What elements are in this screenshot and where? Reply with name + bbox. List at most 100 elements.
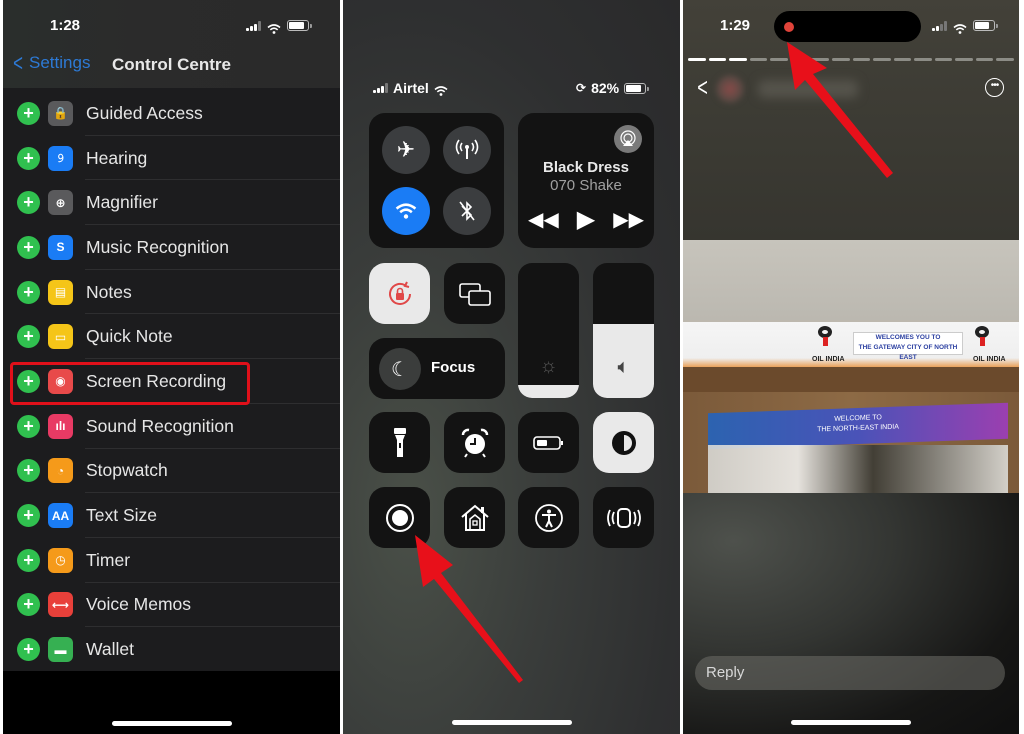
story-bottom-area [683, 493, 1019, 734]
add-button[interactable]: + [17, 638, 40, 662]
sound-wave-icon: ılı [48, 413, 73, 439]
list-item-label: Wallet [86, 639, 134, 660]
back-chevron-icon[interactable]: < [697, 72, 708, 103]
add-button[interactable]: + [17, 504, 40, 528]
add-button[interactable]: + [17, 593, 40, 617]
add-button[interactable]: + [17, 459, 40, 483]
notes-icon: ▤ [48, 279, 73, 305]
shazam-icon: S [48, 234, 73, 260]
settings-control-centre-screen: 1:28 < Settings Control Centre + 🔒 Guided … [3, 0, 340, 734]
wallet-icon: ▬ [48, 637, 73, 663]
carrier-name: Airtel [393, 80, 429, 96]
fast-forward-button[interactable]: ▶▶ [613, 207, 644, 232]
add-button[interactable]: + [17, 235, 40, 259]
battery-percent: 82% [591, 80, 620, 96]
story-progress-segment [996, 58, 1014, 61]
battery-icon [287, 20, 312, 31]
brightness-slider[interactable]: ☼ [518, 263, 579, 398]
dark-mode-icon [611, 430, 636, 455]
battery-icon [973, 20, 998, 31]
list-item-label: Quick Note [86, 326, 173, 347]
now-playing-tile[interactable]: Black Dress 070 Shake ◀◀ ▶ ▶▶ [518, 113, 654, 248]
list-item[interactable]: + ▭ Quick Note [3, 314, 340, 359]
add-button[interactable]: + [17, 325, 40, 349]
home-button[interactable] [444, 487, 505, 548]
dynamic-island[interactable] [774, 11, 921, 42]
chevron-left-icon: < [13, 49, 23, 77]
list-item-label: Guided Access [86, 102, 203, 123]
blurred-avatar[interactable] [716, 75, 744, 103]
accessibility-icon [534, 503, 563, 532]
quick-note-icon: ▭ [48, 324, 73, 350]
annotation-highlight-box [10, 362, 250, 405]
oil-india-logo [975, 326, 989, 346]
add-button[interactable]: + [17, 280, 40, 304]
list-item[interactable]: + ⊕ Magnifier [3, 180, 340, 225]
cellular-data-toggle[interactable] [443, 126, 491, 174]
story-progress-segment [790, 58, 809, 61]
flashlight-button[interactable] [369, 412, 430, 473]
low-power-mode-button[interactable] [518, 412, 579, 473]
list-item-label: Hearing [86, 147, 148, 168]
header: 1:28 < Settings Control Centre [3, 0, 340, 88]
moon-icon: ☾ [391, 358, 409, 381]
list-item[interactable]: + ⟷ Voice Memos [3, 583, 340, 628]
screen-mirroring-button[interactable] [444, 263, 505, 324]
add-button[interactable]: + [17, 191, 40, 215]
ping-watch-button[interactable] [593, 487, 654, 548]
focus-icon-circle: ☾ [379, 348, 421, 390]
add-button[interactable]: + [17, 548, 40, 572]
reply-input[interactable]: Reply [695, 656, 1005, 690]
add-button[interactable]: + [17, 146, 40, 170]
screen-recording-button[interactable] [369, 487, 430, 548]
add-button[interactable]: + [17, 414, 40, 438]
recording-indicator-icon [784, 22, 794, 32]
cellular-signal-icon [246, 20, 261, 31]
play-button[interactable]: ▶ [577, 205, 595, 234]
story-progress-segment [934, 58, 953, 61]
list-item[interactable]: + ▤ Notes [3, 270, 340, 315]
airplay-button[interactable] [614, 125, 642, 153]
rotation-lock-button[interactable] [369, 263, 430, 324]
waveform-icon: ⟷ [48, 592, 73, 618]
list-item[interactable]: + ◷ Timer [3, 538, 340, 583]
status-time: 1:29 [720, 17, 751, 34]
story-progress-segment [955, 58, 973, 61]
volume-slider[interactable]: 🔈︎ [593, 263, 654, 398]
list-item[interactable]: + 🔒 Guided Access [3, 91, 340, 136]
wifi-toggle[interactable] [382, 187, 430, 235]
list-item[interactable]: + S Music Recognition [3, 225, 340, 270]
home-indicator[interactable] [112, 721, 232, 726]
story-progress-segment [914, 58, 932, 61]
home-indicator[interactable] [791, 720, 911, 725]
battery-icon [624, 82, 650, 94]
bluetooth-toggle[interactable] [443, 187, 491, 235]
timer-icon: ◷ [48, 547, 73, 573]
list-item[interactable]: + ◔ Stopwatch [3, 449, 340, 494]
home-indicator[interactable] [452, 720, 572, 725]
wifi-icon [434, 83, 448, 96]
list-item[interactable]: + AA Text Size [3, 493, 340, 538]
airplane-mode-toggle[interactable]: ✈ [382, 126, 430, 174]
stopwatch-icon: ◔ [48, 458, 73, 484]
screen-mirroring-icon [458, 282, 491, 306]
accessibility-shortcut-button[interactable] [518, 487, 579, 548]
dark-mode-button[interactable] [593, 412, 654, 473]
list-item[interactable]: +𝟿 Hearing [3, 136, 340, 181]
photo-glass-doors [708, 445, 1008, 493]
ear-icon: 𝟿 [48, 145, 73, 171]
story-viewer-screen: 1:29 < ••• WELCOMES YOU TO THE GATEWAY C… [683, 0, 1019, 734]
annotation-arrow [415, 535, 523, 683]
rewind-button[interactable]: ◀◀ [528, 207, 559, 232]
magnifier-icon: ⊕ [48, 190, 73, 216]
list-item-label: Timer [86, 549, 131, 570]
more-options-button[interactable]: ••• [985, 78, 1004, 97]
alarm-button[interactable] [444, 412, 505, 473]
back-button[interactable]: < Settings [11, 49, 90, 77]
focus-button[interactable]: ☾ Focus [369, 338, 505, 399]
add-button[interactable]: + [17, 101, 40, 125]
sign-line-1: WELCOMES YOU TO [875, 334, 941, 341]
list-item[interactable]: + ılı Sound Recognition [3, 404, 340, 449]
list-item[interactable]: + ▬ Wallet [3, 627, 340, 672]
wifi-icon [395, 203, 417, 219]
